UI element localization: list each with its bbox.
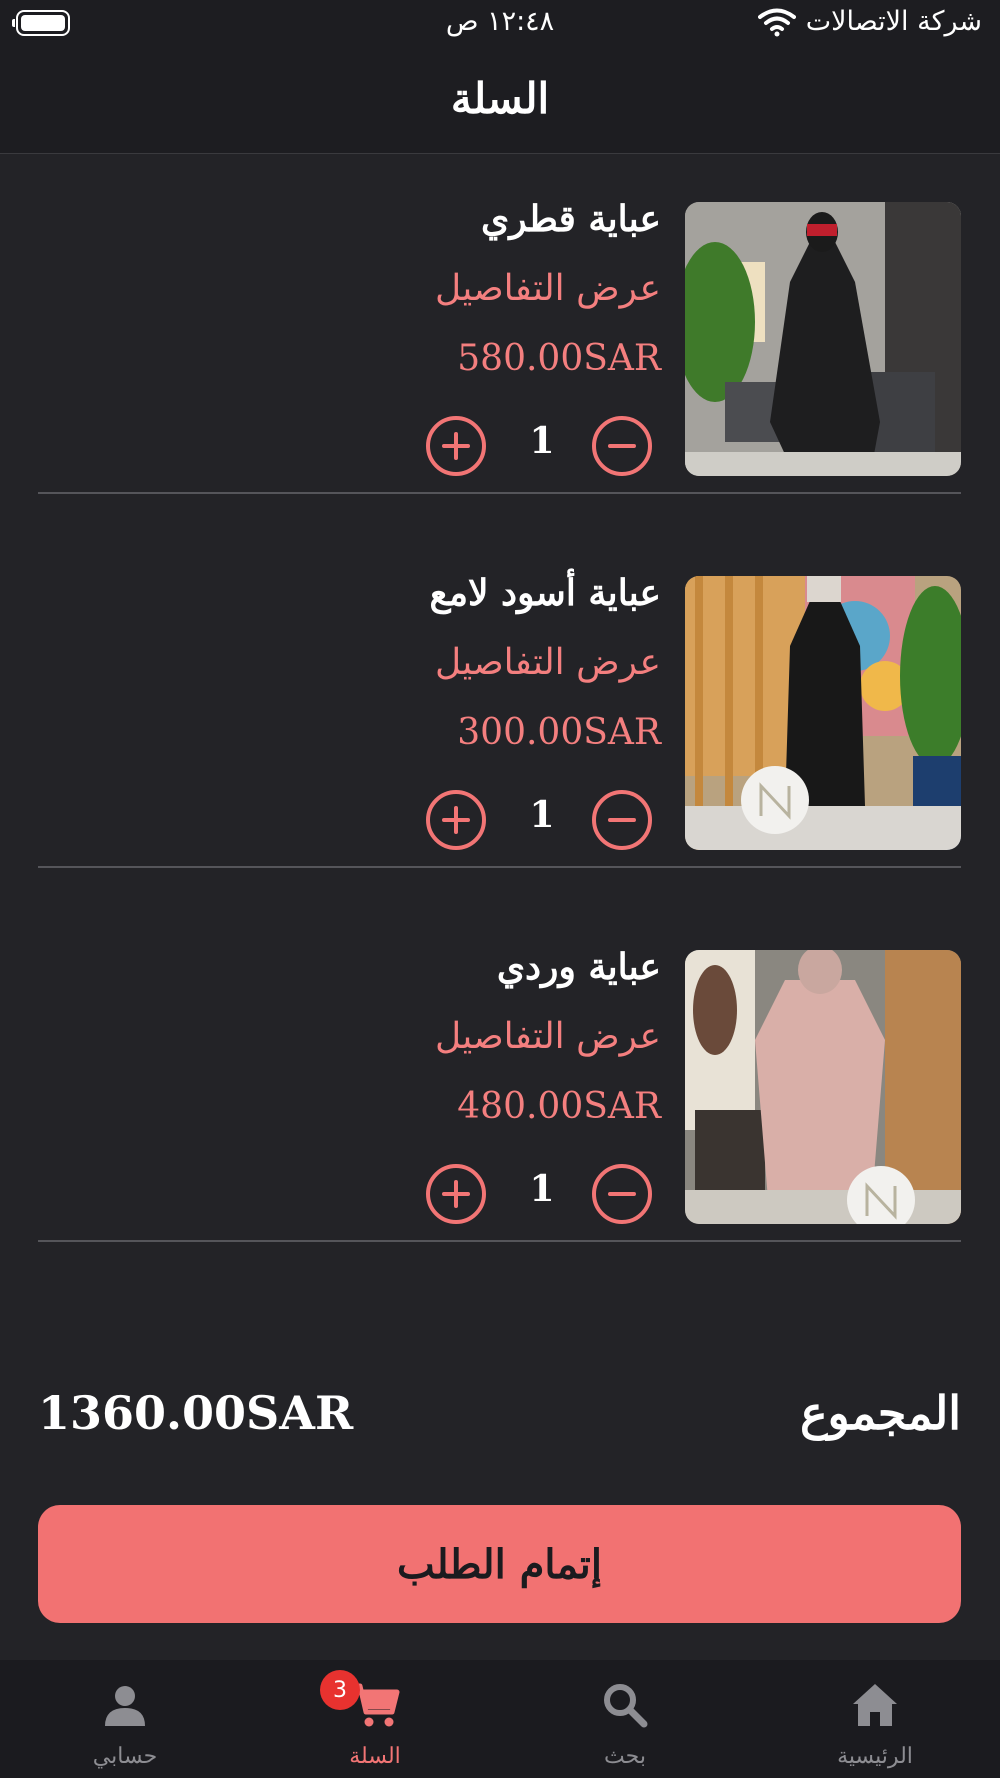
search-icon xyxy=(604,1684,648,1728)
carrier-name: شركة الاتصالات xyxy=(805,6,982,37)
total-label: المجموع xyxy=(800,1386,961,1440)
product-image[interactable] xyxy=(685,950,961,1224)
status-bar: ١٢:٤٨ ص شركة الاتصالات xyxy=(0,0,1000,50)
product-price: 300.00SAR xyxy=(457,712,661,753)
increase-quantity-button[interactable] xyxy=(426,790,486,850)
view-details-link[interactable]: عرض التفاصيل xyxy=(435,1016,661,1057)
tab-label: بحث xyxy=(604,1744,646,1769)
tab-account[interactable]: حسابي xyxy=(0,1660,250,1778)
product-name: عباية أسود لامع xyxy=(429,572,661,614)
product-name: عباية قطري xyxy=(481,198,661,240)
quantity-value: 1 xyxy=(529,1168,555,1210)
tab-home[interactable]: الرئيسية xyxy=(750,1660,1000,1778)
tab-search[interactable]: بحث xyxy=(500,1660,750,1778)
battery-icon xyxy=(12,10,70,36)
quantity-value: 1 xyxy=(529,794,555,836)
tab-label: الرئيسية xyxy=(837,1744,913,1769)
cart-item: عباية أسود لامع عرض التفاصيل 300.00SAR 1 xyxy=(38,532,961,868)
view-details-link[interactable]: عرض التفاصيل xyxy=(435,268,661,309)
increase-quantity-button[interactable] xyxy=(426,1164,486,1224)
tab-cart[interactable]: السلة xyxy=(250,1660,500,1778)
total-row: المجموع 1360.00SAR xyxy=(38,1380,961,1460)
quantity-value: 1 xyxy=(529,420,555,462)
minus-icon xyxy=(608,444,636,448)
cart-item: عباية وردي عرض التفاصيل 480.00SAR 1 xyxy=(38,906,961,1242)
decrease-quantity-button[interactable] xyxy=(592,416,652,476)
cart-item: عباية قطري عرض التفاصيل 580.00SAR 1 xyxy=(38,158,961,494)
cart-count-badge: 3 xyxy=(320,1670,360,1710)
home-icon xyxy=(853,1684,897,1726)
increase-quantity-button[interactable] xyxy=(426,416,486,476)
decrease-quantity-button[interactable] xyxy=(592,790,652,850)
checkout-button[interactable]: إتمام الطلب xyxy=(38,1505,961,1623)
total-value: 1360.00SAR xyxy=(38,1386,354,1440)
decrease-quantity-button[interactable] xyxy=(592,1164,652,1224)
tab-label: السلة xyxy=(349,1744,401,1769)
product-image[interactable] xyxy=(685,576,961,850)
product-name: عباية وردي xyxy=(496,946,661,988)
tab-label: حسابي xyxy=(92,1744,158,1769)
product-price: 580.00SAR xyxy=(457,338,661,379)
nav-header: السلة xyxy=(0,50,1000,154)
wifi-icon xyxy=(757,8,796,36)
minus-icon xyxy=(608,1192,636,1196)
status-time: ١٢:٤٨ ص xyxy=(445,6,555,37)
status-carrier: شركة الاتصالات xyxy=(757,6,982,37)
tab-bar: حسابي السلة بحث الرئيسية 3 xyxy=(0,1660,1000,1778)
minus-icon xyxy=(608,818,636,822)
person-icon xyxy=(105,1686,145,1726)
view-details-link[interactable]: عرض التفاصيل xyxy=(435,642,661,683)
product-image[interactable] xyxy=(685,202,961,476)
page-title: السلة xyxy=(450,74,550,123)
product-price: 480.00SAR xyxy=(457,1086,661,1127)
